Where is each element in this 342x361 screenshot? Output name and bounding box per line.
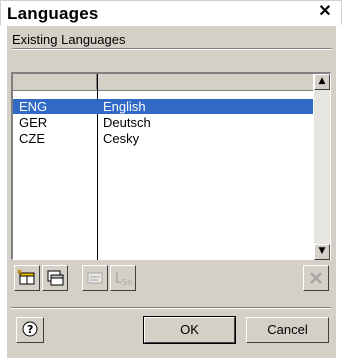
svg-text:Sn: Sn (122, 278, 132, 287)
list-item[interactable]: CZE Cesky (13, 131, 313, 146)
list-item[interactable]: ENG English (13, 99, 313, 114)
group-divider (12, 48, 332, 50)
toolbar: Sn (11, 265, 331, 295)
title-bar: Languages ✕ (1, 1, 341, 25)
list-header (13, 74, 313, 91)
code-column-header[interactable] (13, 74, 97, 89)
delete-language-button[interactable] (303, 265, 329, 291)
footer-divider (11, 307, 331, 309)
language-name: Cesky (103, 131, 140, 146)
list-item[interactable]: GER Deutsch (13, 115, 313, 130)
new-language-button[interactable] (14, 265, 40, 291)
copy-language-button[interactable] (42, 265, 68, 291)
language-settings-button[interactable]: Sn (110, 265, 136, 291)
languages-list[interactable]: ENG English GER Deutsch CZE Cesky ▲ ▼ (11, 72, 331, 260)
new-language-icon (17, 269, 35, 285)
ok-button[interactable]: OK (143, 316, 236, 344)
scroll-down-icon[interactable]: ▼ (314, 244, 330, 260)
language-code: CZE (19, 131, 45, 146)
edit-language-icon (87, 272, 103, 284)
help-button[interactable]: ? (16, 317, 44, 343)
cancel-button[interactable]: Cancel (246, 317, 329, 343)
language-code: GER (19, 115, 48, 130)
window-title: Languages (7, 4, 99, 23)
language-name: English (103, 99, 146, 114)
close-icon[interactable]: ✕ (315, 2, 335, 22)
vertical-scrollbar[interactable]: ▲ ▼ (314, 74, 330, 260)
scroll-up-icon[interactable]: ▲ (314, 74, 330, 90)
copy-language-icon (47, 270, 64, 286)
edit-language-button[interactable] (82, 265, 108, 291)
language-name: Deutsch (103, 115, 151, 130)
group-label: Existing Languages (12, 32, 126, 47)
language-settings-icon: Sn (116, 272, 132, 287)
svg-text:?: ? (27, 323, 33, 336)
language-code: ENG (19, 99, 48, 114)
delete-icon (310, 272, 322, 284)
help-icon: ? (22, 321, 38, 337)
languages-dialog: Languages ✕ Existing Languages ENG Engli… (0, 0, 342, 361)
